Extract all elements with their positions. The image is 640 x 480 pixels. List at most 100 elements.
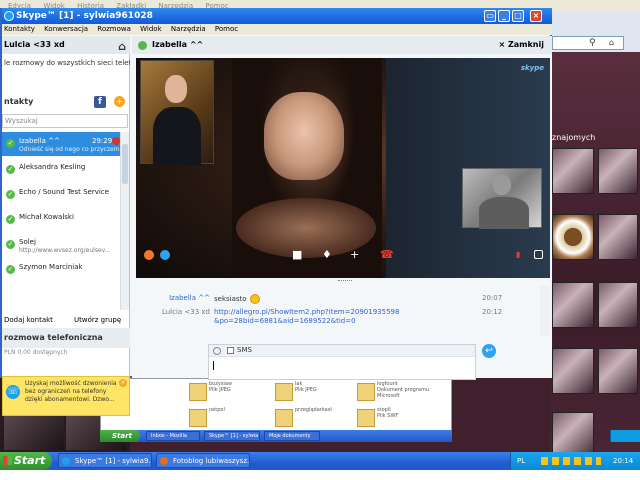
contact-item[interactable]: ✓ Echo / Sound Test Service: [2, 183, 120, 207]
info-banner[interactable]: le rozmowy do wszystkich sieci telefoni.…: [2, 56, 130, 70]
search-input[interactable]: Wyszukaj: [2, 114, 128, 128]
maximize-button[interactable]: □: [512, 10, 524, 22]
add-contact-button[interactable]: Dodaj kontakt: [4, 312, 53, 328]
inner-start-button[interactable]: Start: [100, 430, 140, 442]
add-icon[interactable]: +: [350, 248, 359, 261]
menu-tools[interactable]: Narzędzia: [171, 25, 206, 33]
inner-taskbar: Start Inbox - Mozilla Skype™ [1] - sylwi…: [100, 430, 640, 442]
contact-item[interactable]: ✓ Solej http://www.wvsez.org/eulsev...: [2, 233, 120, 257]
create-group-button[interactable]: Utwórz grupę: [74, 312, 121, 328]
friend-photo[interactable]: [598, 214, 638, 260]
friend-photo[interactable]: [552, 214, 594, 260]
message-text: seksiasto: [214, 294, 260, 304]
fullscreen-icon[interactable]: [534, 250, 543, 259]
restore-icon[interactable]: ▭: [484, 10, 496, 22]
smiley-emoticon-icon: [249, 294, 260, 304]
friend-photo[interactable]: [598, 282, 638, 328]
browser-search-box[interactable]: ⚲ ⌂: [552, 36, 624, 50]
camera-icon[interactable]: ■: [292, 248, 302, 261]
close-icon[interactable]: ×: [119, 379, 127, 387]
friends-heading: znajomych: [552, 133, 596, 142]
text-cursor: [213, 361, 214, 370]
inner-task[interactable]: Skype™ [1] - sylwia: [204, 431, 260, 441]
contact-list: ✓ Izabella ^^ Odnieść się od nego co prz…: [2, 132, 120, 310]
contact-item[interactable]: ✓ Szymon Marciniak: [2, 258, 120, 282]
friend-photo[interactable]: [552, 348, 594, 394]
photo-thumbnail[interactable]: [4, 414, 64, 450]
profile-header[interactable]: Lulcia <33 xd ⌂: [2, 36, 130, 54]
phone-call-section[interactable]: rozmowa telefoniczna: [2, 328, 130, 348]
inner-task[interactable]: Moje dokumenty: [264, 431, 320, 441]
facebook-icon[interactable]: f: [94, 96, 106, 108]
microphone-icon[interactable]: ♦: [322, 248, 332, 261]
inner-task[interactable]: Inbox - Mozilla: [146, 431, 200, 441]
message-link[interactable]: http://allegro.pl/ShowItem2.php?item=209…: [214, 308, 402, 326]
status-online-icon: ✓: [6, 190, 15, 199]
minimize-button[interactable]: _: [498, 10, 510, 22]
menu-view[interactable]: Widok: [140, 25, 162, 33]
file-item[interactable]: stopll Plik SWF: [355, 407, 429, 429]
contact-item[interactable]: ✓ Aleksandra Kesling: [2, 158, 120, 182]
status-online-icon: ✓: [6, 139, 15, 148]
start-button[interactable]: Start: [0, 452, 52, 470]
chat-scrollbar[interactable]: [540, 286, 550, 336]
video-call-area[interactable]: skype ■ ♦ + ☎ ▮: [136, 58, 550, 278]
menu-call[interactable]: Rozmowa: [97, 25, 131, 33]
add-icon[interactable]: +: [114, 96, 125, 107]
profile-name: Lulcia <33 xd: [4, 40, 65, 49]
search-icon[interactable]: ⚲: [589, 38, 596, 48]
close-conversation-button[interactable]: × Zamknij: [498, 36, 544, 54]
message-sender[interactable]: Lulcia <33 xd: [138, 308, 210, 316]
conversation-contact-name[interactable]: Izabella ^^: [152, 36, 203, 54]
file-item[interactable]: lak Plik JPEG: [273, 381, 347, 403]
file-item[interactable]: bozysiaw Plik JPEG: [187, 381, 261, 403]
skype-icon: [62, 457, 70, 465]
close-button[interactable]: ×: [530, 10, 542, 22]
file-item[interactable]: przeglądarkasł: [273, 407, 347, 429]
contact-item[interactable]: ✓ Michał Kowalski: [2, 208, 120, 232]
participants-icon[interactable]: [144, 250, 154, 260]
hang-up-icon[interactable]: ☎: [380, 248, 394, 261]
contact-name: Szymon Marciniak: [19, 263, 83, 271]
message-sender[interactable]: Izabella ^^: [138, 294, 210, 302]
friend-photo[interactable]: [598, 148, 638, 194]
participant-video[interactable]: [140, 60, 214, 165]
clock[interactable]: 20:14: [613, 452, 633, 470]
taskbar-item-browser[interactable]: Fotoblog lubiwaszysz...: [156, 453, 250, 468]
home-icon[interactable]: ⌂: [118, 38, 126, 56]
friend-photo[interactable]: [598, 348, 638, 394]
language-indicator[interactable]: PL: [517, 452, 525, 470]
home-icon[interactable]: ⌂: [609, 38, 614, 47]
chat-bubble-icon[interactable]: [160, 250, 170, 260]
friend-photo[interactable]: [552, 282, 594, 328]
file-item[interactable]: logfount Dokument programu Microsoft: [355, 381, 429, 403]
taskbar-item-skype[interactable]: Skype™ [1] - sylwia9...: [58, 453, 152, 468]
send-button[interactable]: ↩: [482, 344, 496, 358]
sms-checkbox[interactable]: [227, 347, 234, 354]
file-item[interactable]: netpol: [187, 407, 261, 429]
friend-photo[interactable]: [552, 148, 594, 194]
promo-banner[interactable]: ☏ Uzyskaj możliwość dzwonienia bez ogran…: [2, 376, 130, 416]
tray-icons[interactable]: [541, 457, 601, 465]
status-online-icon: ✓: [6, 265, 15, 274]
screen-bottom-edge: [0, 470, 640, 480]
contact-actions: Dodaj kontakt Utwórz grupę: [2, 312, 130, 328]
resize-grip[interactable]: [338, 280, 352, 282]
skype-window: Skype™ [1] - sylwia961028 ▭ _ □ × Kontak…: [0, 8, 552, 416]
skype-titlebar[interactable]: Skype™ [1] - sylwia961028 ▭ _ □ ×: [2, 8, 552, 24]
self-preview-video[interactable]: [462, 168, 542, 229]
message-compose-box[interactable]: SMS: [208, 344, 476, 380]
contact-list-scrollbar[interactable]: [120, 132, 129, 310]
scrollbar-thumb[interactable]: [122, 144, 128, 184]
contact-item[interactable]: ✓ Izabella ^^ Odnieść się od nego co prz…: [2, 132, 120, 156]
status-online-icon: ✓: [6, 165, 15, 174]
contact-time: 29:29: [92, 137, 113, 145]
contact-name: Aleksandra Kesling: [19, 163, 86, 171]
menu-contacts[interactable]: Kontakty: [4, 25, 35, 33]
self-body: [479, 197, 529, 229]
phone-icon: ☏: [6, 385, 20, 399]
menu-conversation[interactable]: Konwersacja: [44, 25, 88, 33]
emoticon-icon[interactable]: [213, 347, 221, 355]
menu-help[interactable]: Pomoc: [215, 25, 238, 33]
participant-body: [153, 107, 201, 165]
